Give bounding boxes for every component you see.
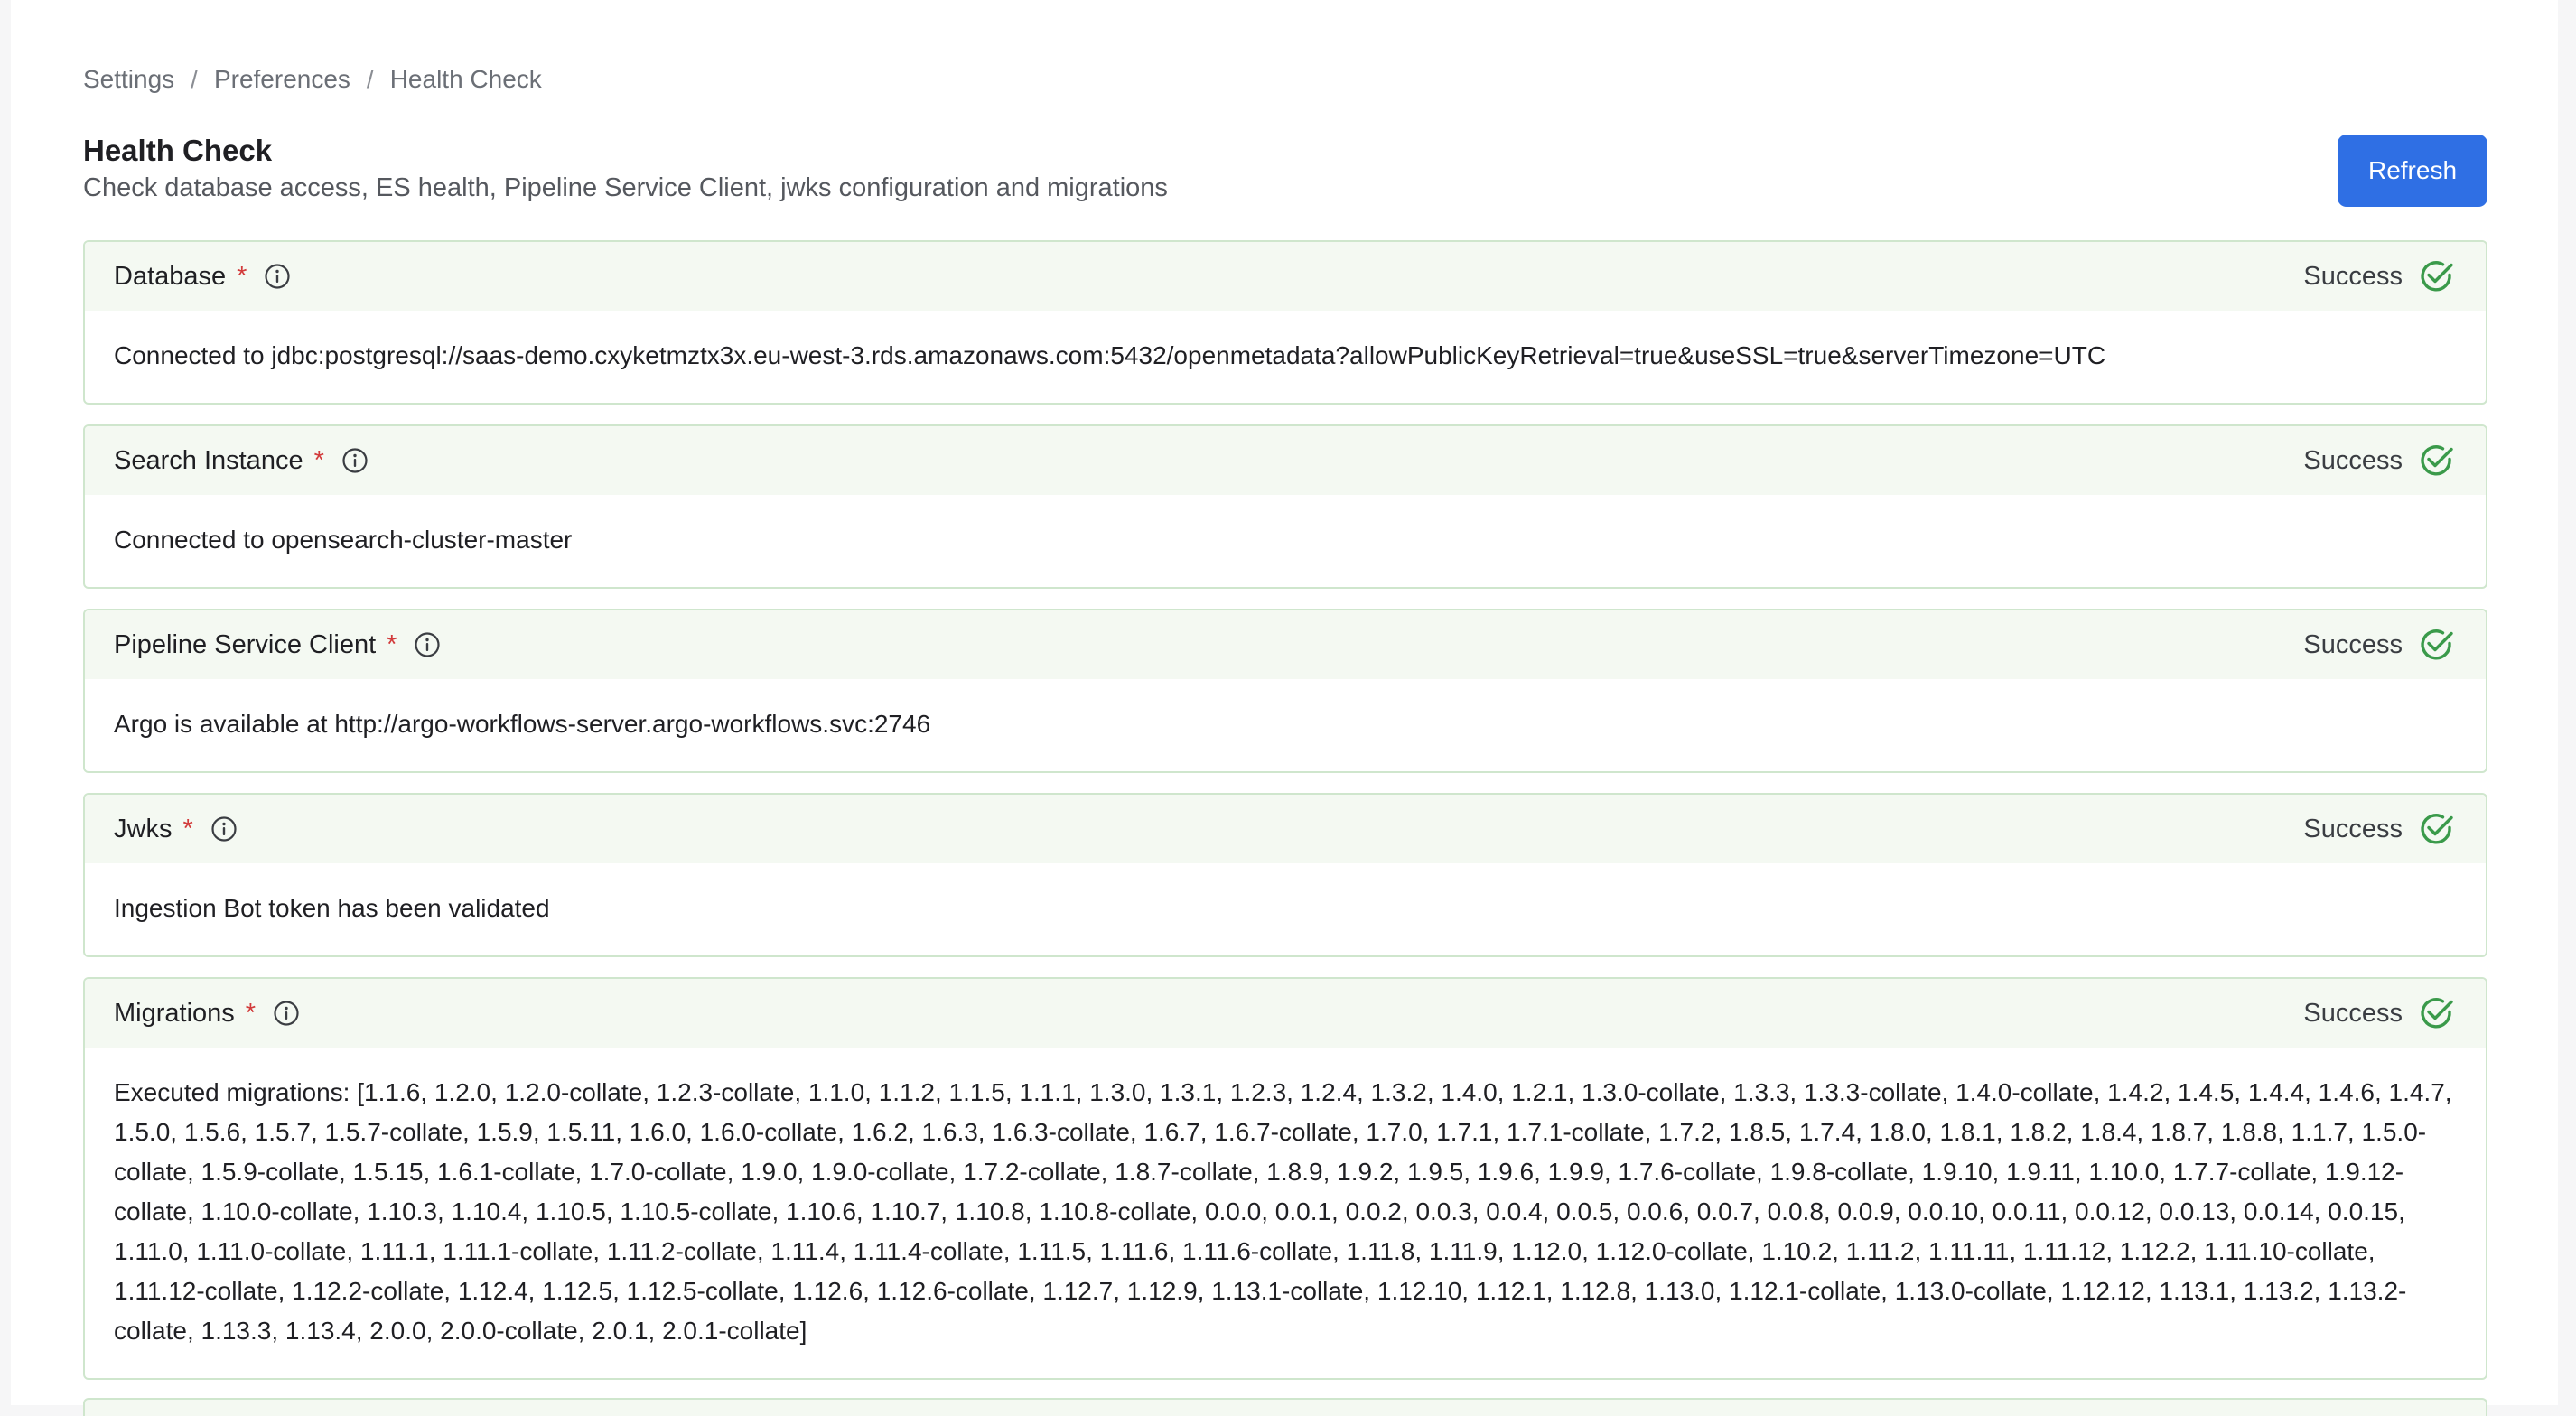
check-message: Executed migrations: [1.1.6, 1.2.0, 1.2.… <box>114 1078 2452 1345</box>
check-circle-icon <box>2417 256 2457 296</box>
health-card-migrations: Migrations * Success Executed migrations… <box>83 977 2487 1380</box>
check-name: Jwks <box>114 814 173 843</box>
check-message: Argo is available at http://argo-workflo… <box>114 710 931 738</box>
status-text: Success <box>2303 629 2403 659</box>
check-circle-icon <box>2417 441 2457 480</box>
breadcrumb-separator: / <box>191 65 198 93</box>
health-card-header: Search Instance * Success <box>85 426 2486 495</box>
status-text: Success <box>2303 445 2403 475</box>
info-icon[interactable] <box>272 999 301 1028</box>
health-card-next-partial <box>83 1398 2487 1416</box>
required-mark: * <box>387 629 397 659</box>
health-card-jwks: Jwks * Success Ingestion Bot token has b… <box>83 793 2487 957</box>
check-name: Search Instance <box>114 445 303 475</box>
check-message: Connected to opensearch-cluster-master <box>114 526 573 554</box>
refresh-button[interactable]: Refresh <box>2338 135 2487 207</box>
health-card-header: Database * Success <box>85 242 2486 311</box>
health-card-header: Jwks * Success <box>85 795 2486 863</box>
check-circle-icon <box>2417 809 2457 849</box>
info-icon[interactable] <box>341 446 369 475</box>
check-name: Database <box>114 261 227 291</box>
breadcrumb-item-settings[interactable]: Settings <box>83 65 174 94</box>
breadcrumb-separator: / <box>366 65 374 93</box>
breadcrumb: Settings / Preferences / Health Check <box>83 65 542 94</box>
status-text: Success <box>2303 998 2403 1028</box>
required-mark: * <box>245 998 257 1028</box>
check-message: Ingestion Bot token has been validated <box>114 894 550 922</box>
info-icon[interactable] <box>263 262 292 291</box>
status-text: Success <box>2303 814 2403 843</box>
health-card-pipeline-service-client: Pipeline Service Client * Success Argo i… <box>83 609 2487 773</box>
health-card-database: Database * Success Connected to jdbc:pos… <box>83 240 2487 405</box>
required-mark: * <box>182 814 193 843</box>
breadcrumb-item-current: Health Check <box>389 65 542 93</box>
check-message: Connected to jdbc:postgresql://saas-demo… <box>114 341 2106 369</box>
required-mark: * <box>237 261 247 291</box>
health-card-header: Migrations * Success <box>85 979 2486 1048</box>
info-icon[interactable] <box>210 815 238 843</box>
check-circle-icon <box>2417 625 2457 665</box>
check-circle-icon <box>2417 993 2457 1033</box>
health-card-header: Pipeline Service Client * Success <box>85 610 2486 679</box>
status-text: Success <box>2303 261 2403 291</box>
check-name: Migrations <box>114 998 235 1028</box>
page-title: Health Check <box>83 134 273 167</box>
check-name: Pipeline Service Client <box>114 629 377 659</box>
required-mark: * <box>313 445 324 475</box>
info-icon[interactable] <box>413 630 442 659</box>
breadcrumb-item-preferences[interactable]: Preferences <box>214 65 350 94</box>
settings-page: Settings / Preferences / Health Check He… <box>11 0 2558 1416</box>
health-card-search-instance: Search Instance * Success Connected to o… <box>83 424 2487 589</box>
page-subtitle: Check database access, ES health, Pipeli… <box>83 173 1168 202</box>
